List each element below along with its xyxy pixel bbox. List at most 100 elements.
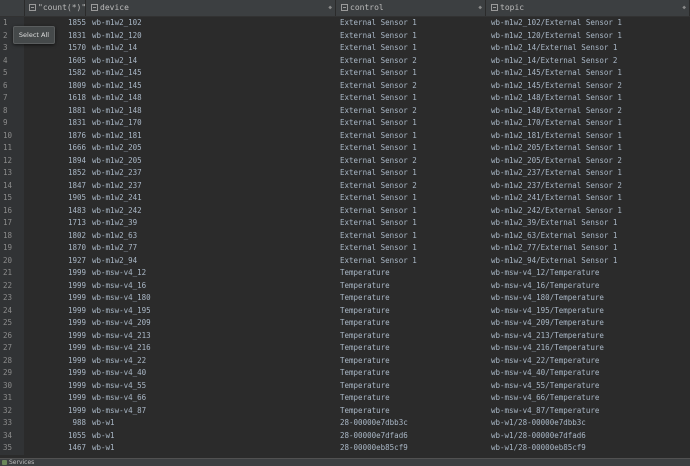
- cell-control[interactable]: External Sensor 1: [340, 92, 417, 105]
- cell-device[interactable]: wb-m1w2_241: [92, 192, 142, 205]
- table-row[interactable]: 27 1999 wb-msw-v4_216 Temperature wb-msw-v4_…: [0, 342, 690, 355]
- cell-control[interactable]: External Sensor 1: [340, 205, 417, 218]
- table-row[interactable]: 20 1927 wb-m1w2_94 External Sensor 1 wb-m1w2…: [0, 254, 690, 268]
- cell-control[interactable]: External Sensor 1: [340, 167, 417, 180]
- cell-control[interactable]: Temperature: [340, 317, 390, 330]
- cell-topic[interactable]: wb-m1w2_14/External Sensor 1: [491, 42, 617, 55]
- column-header-control[interactable]: control ◆: [336, 0, 486, 16]
- cell-count[interactable]: 1852: [24, 167, 86, 180]
- row-number[interactable]: 32: [0, 404, 24, 417]
- cell-topic[interactable]: wb-w1/28-00000eb85cf9: [491, 442, 586, 455]
- row-number[interactable]: 18: [0, 229, 24, 242]
- cell-topic[interactable]: wb-m1w2_145/External Sensor 1: [491, 67, 622, 80]
- row-number[interactable]: 31: [0, 392, 24, 405]
- cell-topic[interactable]: wb-msw-v4_66/Temperature: [491, 392, 599, 405]
- cell-device[interactable]: wb-m1w2_148: [92, 105, 142, 118]
- cell-topic[interactable]: wb-m1w2_63/External Sensor 1: [491, 230, 617, 243]
- table-row[interactable]: 26 1999 wb-msw-v4_213 Temperature wb-msw-v4_…: [0, 329, 690, 343]
- cell-device[interactable]: wb-m1w2_237: [92, 167, 142, 180]
- cell-device[interactable]: wb-m1w2_102: [92, 17, 142, 30]
- cell-device[interactable]: wb-msw-v4_40: [92, 367, 146, 380]
- row-number[interactable]: 11: [0, 142, 24, 155]
- table-row[interactable]: 15 1905 wb-m1w2_241 External Sensor 1 wb-m1w…: [0, 192, 690, 205]
- cell-topic[interactable]: wb-m1w2_14/External Sensor 2: [491, 55, 617, 68]
- cell-control[interactable]: Temperature: [340, 392, 390, 405]
- cell-device[interactable]: wb-msw-v4_209: [92, 317, 151, 330]
- cell-topic[interactable]: wb-m1w2_120/External Sensor 1: [491, 30, 622, 43]
- cell-topic[interactable]: wb-msw-v4_55/Temperature: [491, 380, 599, 393]
- cell-device[interactable]: wb-msw-v4_66: [92, 392, 146, 405]
- cell-control[interactable]: External Sensor 1: [340, 17, 417, 30]
- cell-topic[interactable]: wb-m1w2_242/External Sensor 1: [491, 205, 622, 218]
- row-number[interactable]: 27: [0, 342, 24, 355]
- cell-control[interactable]: External Sensor 1: [340, 217, 417, 230]
- row-number[interactable]: 8: [0, 104, 24, 117]
- sort-icon[interactable]: ◆: [682, 0, 686, 16]
- cell-control[interactable]: External Sensor 1: [340, 242, 417, 255]
- cell-control[interactable]: Temperature: [340, 292, 390, 305]
- table-row[interactable]: 22 1999 wb-msw-v4_16 Temperature wb-msw-v4_1…: [0, 279, 690, 293]
- cell-count[interactable]: 1847: [24, 180, 86, 193]
- cell-device[interactable]: wb-m1w2_242: [92, 205, 142, 218]
- cell-device[interactable]: wb-msw-v4_55: [92, 380, 146, 393]
- cell-count[interactable]: 1055: [24, 430, 86, 443]
- cell-control[interactable]: External Sensor 2: [340, 55, 417, 68]
- cell-device[interactable]: wb-msw-v4_22: [92, 355, 146, 368]
- cell-count[interactable]: 1999: [24, 330, 86, 343]
- cell-device[interactable]: wb-m1w2_63: [92, 230, 137, 243]
- table-row[interactable]: 17 1713 wb-m1w2_39 External Sensor 1 wb-m1w2…: [0, 217, 690, 230]
- cell-count[interactable]: 1999: [24, 405, 86, 418]
- cell-control[interactable]: Temperature: [340, 367, 390, 380]
- table-row[interactable]: 21 1999 wb-msw-v4_12 Temperature wb-msw-v4_1…: [0, 267, 690, 280]
- table-row[interactable]: 10 1876 wb-m1w2_181 External Sensor 1 wb-m1w…: [0, 129, 690, 143]
- cell-device[interactable]: wb-m1w2_205: [92, 155, 142, 168]
- cell-count[interactable]: 1999: [24, 317, 86, 330]
- table-row[interactable]: 35 1467 wb-w1 28-00000eb85cf9 wb-w1/28-00000…: [0, 442, 690, 455]
- cell-control[interactable]: External Sensor 1: [340, 192, 417, 205]
- row-number[interactable]: 24: [0, 304, 24, 317]
- cell-count[interactable]: 1881: [24, 105, 86, 118]
- cell-count[interactable]: 1999: [24, 292, 86, 305]
- table-row[interactable]: 14 1847 wb-m1w2_237 External Sensor 2 wb-m1w…: [0, 179, 690, 193]
- cell-topic[interactable]: wb-msw-v4_12/Temperature: [491, 267, 599, 280]
- sort-icon[interactable]: ◆: [478, 0, 482, 16]
- row-number[interactable]: 16: [0, 204, 24, 217]
- cell-control[interactable]: 28-00000e7dbb3c: [340, 417, 408, 430]
- table-row[interactable]: 33 988 wb-w1 28-00000e7dbb3c wb-w1/28-00000e…: [0, 417, 690, 430]
- cell-topic[interactable]: wb-w1/28-00000e7dbb3c: [491, 417, 586, 430]
- cell-topic[interactable]: wb-msw-v4_87/Temperature: [491, 405, 599, 418]
- cell-topic[interactable]: wb-m1w2_237/External Sensor 1: [491, 167, 622, 180]
- cell-device[interactable]: wb-m1w2_181: [92, 130, 142, 143]
- row-number-header[interactable]: [0, 0, 25, 16]
- row-number[interactable]: 4: [0, 54, 24, 67]
- table-row[interactable]: 9 1831 wb-m1w2_170 External Sensor 1 wb-m1w2…: [0, 117, 690, 130]
- cell-count[interactable]: 1999: [24, 280, 86, 293]
- cell-topic[interactable]: wb-m1w2_205/External Sensor 1: [491, 142, 622, 155]
- row-number[interactable]: 30: [0, 379, 24, 392]
- table-row[interactable]: 6 1809 wb-m1w2_145 External Sensor 2 wb-m1w2…: [0, 79, 690, 93]
- cell-control[interactable]: Temperature: [340, 280, 390, 293]
- cell-control[interactable]: External Sensor 1: [340, 255, 417, 268]
- row-number[interactable]: 26: [0, 329, 24, 342]
- table-row[interactable]: 12 1894 wb-m1w2_205 External Sensor 2 wb-m1w…: [0, 154, 690, 168]
- table-row[interactable]: 32 1999 wb-msw-v4_87 Temperature wb-msw-v4_8…: [0, 404, 690, 418]
- cell-topic[interactable]: wb-msw-v4_216/Temperature: [491, 342, 604, 355]
- row-number[interactable]: 29: [0, 367, 24, 380]
- cell-topic[interactable]: wb-m1w2_145/External Sensor 2: [491, 80, 622, 93]
- row-number[interactable]: 12: [0, 154, 24, 167]
- table-row[interactable]: 30 1999 wb-msw-v4_55 Temperature wb-msw-v4_5…: [0, 379, 690, 393]
- table-row[interactable]: 1 1855 wb-m1w2_102 External Sensor 1 wb-m1w2…: [0, 17, 690, 30]
- cell-topic[interactable]: wb-w1/28-00000e7dfad6: [491, 430, 586, 443]
- table-row[interactable]: 7 1618 wb-m1w2_148 External Sensor 1 wb-m1w2…: [0, 92, 690, 105]
- cell-count[interactable]: 1483: [24, 205, 86, 218]
- cell-control[interactable]: Temperature: [340, 405, 390, 418]
- cell-count[interactable]: 1894: [24, 155, 86, 168]
- cell-topic[interactable]: wb-m1w2_148/External Sensor 1: [491, 92, 622, 105]
- cell-topic[interactable]: wb-m1w2_237/External Sensor 2: [491, 180, 622, 193]
- row-number[interactable]: 21: [0, 267, 24, 280]
- cell-device[interactable]: wb-msw-v4_180: [92, 292, 151, 305]
- cell-count[interactable]: 1467: [24, 442, 86, 455]
- cell-device[interactable]: wb-m1w2_237: [92, 180, 142, 193]
- row-number[interactable]: 35: [0, 442, 24, 455]
- cell-count[interactable]: 988: [24, 417, 86, 430]
